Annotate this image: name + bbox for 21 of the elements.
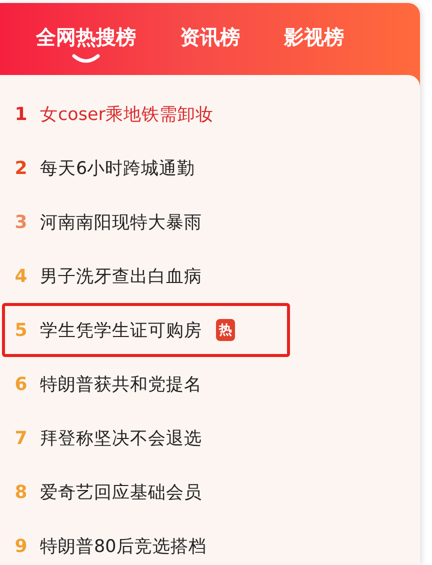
rank-number: 4 — [14, 266, 28, 286]
rank-number: 5 — [14, 320, 28, 340]
hot-badge: 热 — [216, 319, 235, 341]
headline-link[interactable]: 特朗普获共和党提名 — [40, 372, 202, 396]
rank-number: 1 — [14, 104, 28, 124]
active-tab-indicator — [72, 54, 100, 63]
headline-link[interactable]: 特朗普80后竞选搭档 — [40, 534, 206, 558]
rank-number: 3 — [14, 212, 28, 232]
rank-number: 6 — [14, 374, 28, 394]
headline-link[interactable]: 每天6小时跨城通勤 — [40, 156, 196, 180]
rank-number: 8 — [14, 482, 28, 502]
rank-number: 7 — [14, 428, 28, 448]
headline-link[interactable]: 爱奇艺回应基础会员 — [40, 480, 202, 504]
headline-link[interactable]: 男子洗牙查出白血病 — [40, 264, 202, 288]
headline-link[interactable]: 学生凭学生证可购房 — [40, 318, 202, 342]
tab[interactable]: 全网热搜榜 — [36, 23, 136, 63]
headline-link[interactable]: 河南南阳现特大暴雨 — [40, 210, 202, 234]
rank-number: 9 — [14, 536, 28, 556]
rank-number: 2 — [14, 158, 28, 178]
headline-link[interactable]: 拜登称坚决不会退选 — [40, 426, 202, 450]
headline-link[interactable]: 女coser乘地铁需卸妆 — [40, 102, 214, 126]
